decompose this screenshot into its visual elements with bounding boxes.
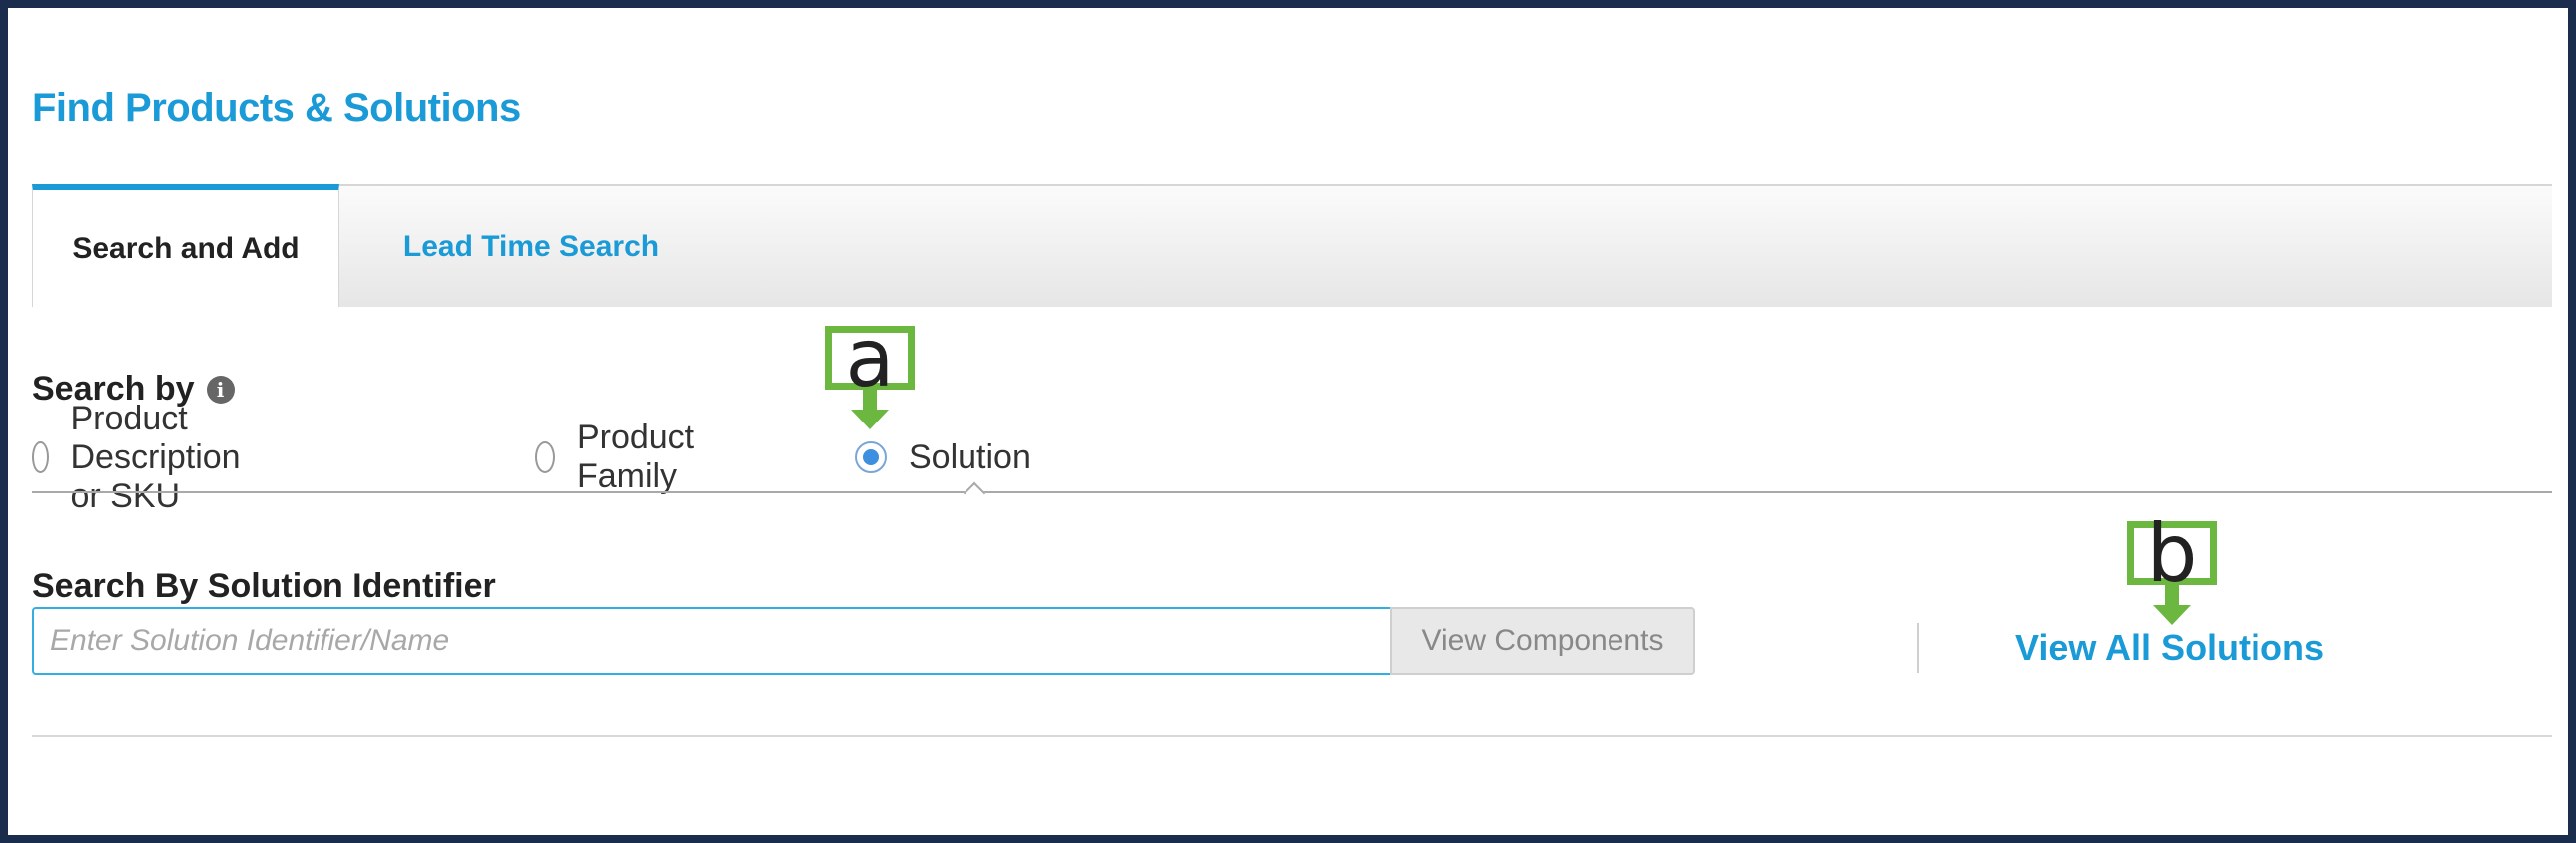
callout-b: b [2127,514,2217,594]
tab-lead-time-search[interactable]: Lead Time Search [361,186,701,307]
find-products-panel: Find Products & Solutions Search and Add… [8,8,2568,835]
radio-product-family[interactable]: Product Family [535,419,706,495]
radio-solution[interactable]: Solution [855,427,1031,487]
tab-bar: Search and Add Lead Time Search [32,184,2552,307]
radio-button-icon[interactable] [32,441,49,473]
view-components-button[interactable]: View Components [1390,607,1695,675]
page-title: Find Products & Solutions [32,86,521,130]
callout-a: a [825,319,915,399]
radio-label: Solution [909,437,1031,476]
radio-label: Product Description or SKU [70,399,241,515]
radio-button-icon[interactable] [535,441,555,473]
radio-button-checked-icon[interactable] [855,441,887,473]
radio-product-description-sku[interactable]: Product Description or SKU [32,400,256,515]
callout-b-arrow-icon [2153,585,2191,625]
solution-identifier-label: Search By Solution Identifier [32,567,496,605]
solution-identifier-input[interactable] [32,607,1392,675]
divider [32,735,2552,737]
view-all-solutions-link[interactable]: View All Solutions [2015,627,2324,669]
vertical-divider [1917,623,1919,673]
tab-search-and-add[interactable]: Search and Add [32,184,339,307]
callout-a-arrow-icon [851,390,889,429]
divider [32,491,2552,493]
radio-label: Product Family [576,419,695,495]
